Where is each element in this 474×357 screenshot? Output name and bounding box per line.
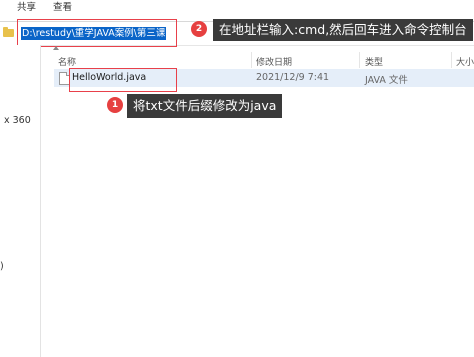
nav-item-fragment[interactable]: x 360 [4, 115, 31, 126]
ribbon-tab-share[interactable]: 共享 [17, 0, 36, 16]
callout-cmd-hint: 在地址栏输入:cmd,然后回车进入命令控制台 [213, 19, 473, 41]
navigation-pane[interactable]: x 360 ) [0, 45, 41, 357]
column-divider[interactable] [251, 52, 252, 68]
file-modified: 2021/12/9 7:41 [256, 72, 330, 83]
nav-item-fragment[interactable]: ) [0, 261, 4, 272]
ribbon-tab-view[interactable]: 查看 [53, 0, 72, 16]
column-header-modified[interactable]: 修改日期 [256, 55, 292, 68]
step-badge-2: 2 [191, 21, 207, 37]
column-header-size[interactable]: 大小 [456, 55, 474, 68]
column-divider[interactable] [359, 52, 360, 68]
scroll-up-icon[interactable] [53, 46, 59, 50]
column-header-name[interactable]: 名称 [58, 55, 76, 68]
filename-highlight-box [69, 68, 177, 92]
address-highlight-box [17, 19, 177, 47]
callout-rename-hint: 将txt文件后缀修改为java [127, 94, 283, 118]
column-header-type[interactable]: 类型 [365, 55, 383, 68]
column-divider[interactable] [451, 52, 452, 68]
file-type: JAVA 文件 [365, 75, 408, 86]
step-badge-1: 1 [107, 97, 123, 113]
folder-icon [3, 27, 14, 37]
